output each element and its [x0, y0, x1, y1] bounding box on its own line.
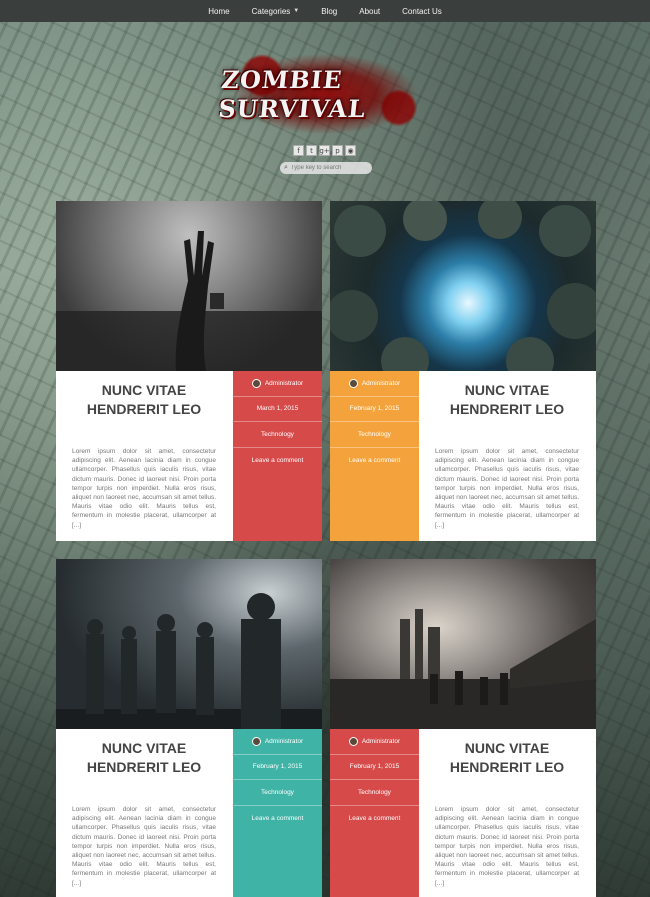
meta-category[interactable]: Technology [233, 422, 322, 448]
ruined-city-illustration [330, 609, 596, 729]
zombies-circle-illustration [330, 201, 596, 371]
post-category: Technology [261, 430, 294, 438]
post-card: NUNC VITAE HENDRERIT LEO Lorem ipsum dol… [56, 559, 322, 897]
meta-author[interactable]: Administrator [233, 729, 322, 755]
nav-categories-label: Categories [251, 6, 291, 16]
comment-link: Leave a comment [251, 456, 304, 464]
post-image[interactable] [56, 201, 322, 371]
logo-text: ZOMBIE SURVIVAL [216, 65, 368, 123]
post-content: NUNC VITAE HENDRERIT LEO Lorem ipsum dol… [419, 729, 595, 897]
nav-about[interactable]: About [348, 0, 391, 22]
google-plus-icon[interactable]: g+ [319, 145, 330, 156]
meta-date[interactable]: February 1, 2015 [330, 755, 419, 780]
post-title[interactable]: NUNC VITAE HENDRERIT LEO [72, 381, 216, 419]
meta-comment[interactable]: Leave a comment [330, 806, 419, 832]
comment-link: Leave a comment [348, 456, 401, 464]
search-input[interactable] [290, 165, 367, 171]
post-excerpt: Lorem ipsum dolor sit amet, consectetur … [72, 806, 216, 887]
meta-category[interactable]: Technology [330, 422, 419, 448]
zombie-crowd-illustration [56, 593, 322, 729]
post-image[interactable] [330, 559, 596, 729]
author-avatar [251, 736, 261, 746]
rss-icon[interactable]: ◉ [345, 145, 356, 156]
post-meta: Administrator February 1, 2015 Technolog… [330, 729, 419, 897]
post-title[interactable]: NUNC VITAE HENDRERIT LEO [72, 739, 216, 777]
nav-blog[interactable]: Blog [310, 0, 348, 22]
post-meta: Administrator February 1, 2015 Technolog… [233, 729, 322, 897]
search-icon[interactable]: ⌕ [284, 164, 288, 172]
chevron-down-icon: ▼ [293, 8, 300, 14]
nav-categories[interactable]: Categories ▼ [241, 0, 311, 22]
social-links: f t g+ p ◉ [293, 145, 356, 156]
pinterest-icon[interactable]: p [332, 145, 343, 156]
post-meta: Administrator February 1, 2015 Technolog… [330, 371, 419, 541]
meta-author[interactable]: Administrator [233, 371, 322, 397]
post-body: Administrator February 1, 2015 Technolog… [330, 729, 596, 897]
post-body: NUNC VITAE HENDRERIT LEO Lorem ipsum dol… [56, 729, 322, 897]
post-category: Technology [261, 788, 294, 796]
post-content: NUNC VITAE HENDRERIT LEO Lorem ipsum dol… [419, 371, 595, 541]
author-name: Administrator [361, 737, 401, 745]
meta-comment[interactable]: Leave a comment [233, 448, 322, 474]
post-image[interactable] [330, 201, 596, 371]
site-logo[interactable]: ZOMBIE SURVIVAL [216, 48, 430, 140]
post-meta: Administrator March 1, 2015 Technology L… [233, 371, 322, 541]
author-name: Administrator [264, 737, 304, 745]
post-content: NUNC VITAE HENDRERIT LEO Lorem ipsum dol… [56, 371, 232, 541]
post-title[interactable]: NUNC VITAE HENDRERIT LEO [435, 381, 579, 419]
author-avatar [251, 378, 261, 388]
post-date: February 1, 2015 [252, 763, 303, 771]
author-avatar [348, 378, 358, 388]
post-title[interactable]: NUNC VITAE HENDRERIT LEO [435, 739, 579, 777]
twitter-icon[interactable]: t [306, 145, 317, 156]
meta-author[interactable]: Administrator [330, 371, 419, 397]
post-card: NUNC VITAE HENDRERIT LEO Lorem ipsum dol… [56, 201, 322, 541]
post-category: Technology [358, 788, 391, 796]
post-content: NUNC VITAE HENDRERIT LEO Lorem ipsum dol… [56, 729, 232, 897]
post-excerpt: Lorem ipsum dolor sit amet, consectetur … [435, 448, 579, 529]
post-body: NUNC VITAE HENDRERIT LEO Lorem ipsum dol… [56, 371, 322, 541]
meta-date[interactable]: February 1, 2015 [330, 397, 419, 422]
zombie-hand-illustration [56, 231, 322, 371]
post-card: Administrator February 1, 2015 Technolog… [330, 559, 596, 897]
meta-date[interactable]: March 1, 2015 [233, 397, 322, 422]
post-card: Administrator February 1, 2015 Technolog… [330, 201, 596, 541]
comment-link: Leave a comment [348, 814, 401, 822]
author-avatar [348, 736, 358, 746]
post-body: Administrator February 1, 2015 Technolog… [330, 371, 596, 541]
post-date: February 1, 2015 [349, 405, 400, 413]
post-date: February 1, 2015 [349, 763, 400, 771]
nav-home[interactable]: Home [197, 0, 240, 22]
facebook-icon[interactable]: f [293, 145, 304, 156]
post-date: March 1, 2015 [256, 405, 299, 413]
search-box: ⌕ [280, 162, 372, 174]
post-category: Technology [358, 430, 391, 438]
meta-category[interactable]: Technology [233, 780, 322, 806]
meta-author[interactable]: Administrator [330, 729, 419, 755]
meta-comment[interactable]: Leave a comment [233, 806, 322, 832]
post-image[interactable] [56, 559, 322, 729]
author-name: Administrator [361, 379, 401, 387]
meta-date[interactable]: February 1, 2015 [233, 755, 322, 780]
post-excerpt: Lorem ipsum dolor sit amet, consectetur … [72, 448, 216, 529]
top-navigation: Home Categories ▼ Blog About Contact Us [0, 0, 650, 22]
post-excerpt: Lorem ipsum dolor sit amet, consectetur … [435, 806, 579, 887]
author-name: Administrator [264, 379, 304, 387]
comment-link: Leave a comment [251, 814, 304, 822]
meta-comment[interactable]: Leave a comment [330, 448, 419, 474]
nav-contact[interactable]: Contact Us [391, 0, 453, 22]
meta-category[interactable]: Technology [330, 780, 419, 806]
